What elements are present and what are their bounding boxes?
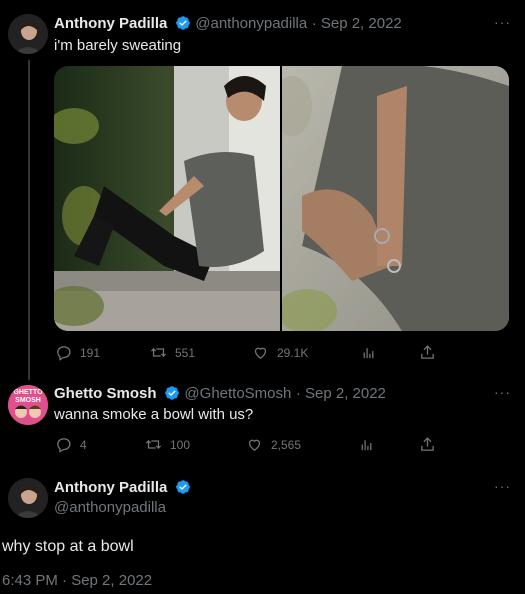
reply-icon <box>57 438 71 453</box>
views-button[interactable] <box>360 344 377 361</box>
author-handle[interactable]: @anthonypadilla <box>195 15 307 32</box>
reply-count: 4 <box>80 437 87 452</box>
tweet-date[interactable]: · Sep 2, 2022 <box>296 385 386 402</box>
avatar[interactable] <box>8 14 48 54</box>
reply-icon <box>57 346 71 361</box>
verified-badge-icon <box>175 480 190 494</box>
like-count: 29.1K <box>277 345 309 360</box>
retweet-button[interactable]: 100 <box>145 436 190 453</box>
verified-badge-icon <box>175 16 190 30</box>
avatar[interactable]: GHETTO SMOSH <box>8 385 48 425</box>
heart-icon <box>248 439 261 451</box>
tweet-header: Ghetto Smosh @GhettoSmosh · Sep 2, 2022 <box>54 385 386 403</box>
media-image-right[interactable] <box>282 66 509 331</box>
more-options-icon[interactable]: ··· <box>494 14 511 30</box>
share-button[interactable] <box>419 436 436 453</box>
author-name[interactable]: Ghetto Smosh <box>54 385 157 402</box>
more-options-icon[interactable]: ··· <box>494 384 511 400</box>
tweet-header: Anthony Padilla @anthonypadilla · Sep 2,… <box>54 15 402 33</box>
views-button[interactable] <box>358 436 375 453</box>
author-handle[interactable]: @anthonypadilla <box>54 499 166 516</box>
share-icon <box>421 437 434 451</box>
like-count: 2,565 <box>271 437 302 452</box>
heart-icon <box>254 347 267 359</box>
like-button[interactable]: 29.1K <box>252 344 308 361</box>
share-icon <box>421 345 434 359</box>
tweet-header: Anthony Padilla <box>54 479 191 497</box>
more-options-icon[interactable]: ··· <box>494 478 511 494</box>
retweet-icon <box>150 348 167 357</box>
author-name[interactable]: Anthony Padilla <box>54 479 167 496</box>
retweet-icon <box>145 440 162 449</box>
analytics-icon <box>361 440 372 451</box>
tweet-date[interactable]: · Sep 2, 2022 <box>312 15 402 32</box>
reply-button[interactable]: 191 <box>55 344 100 361</box>
retweet-button[interactable]: 551 <box>150 344 195 361</box>
reply-count: 191 <box>80 345 101 360</box>
retweet-count: 551 <box>175 345 196 360</box>
tweet-timestamp[interactable]: 6:43 PM · Sep 2, 2022 <box>2 572 152 589</box>
media-image-left[interactable] <box>54 66 280 331</box>
avatar[interactable] <box>8 478 48 518</box>
analytics-icon <box>363 348 374 359</box>
author-name[interactable]: Anthony Padilla <box>54 15 167 32</box>
author-handle[interactable]: @GhettoSmosh <box>184 385 291 402</box>
tweet-text: i'm barely sweating <box>54 37 182 54</box>
avatar-logo-text: GHETTO SMOSH <box>13 389 43 404</box>
tweet-text: wanna smoke a bowl with us? <box>54 406 254 423</box>
thread-line <box>28 60 30 380</box>
retweet-count: 100 <box>170 437 191 452</box>
main-tweet-text: why stop at a bowl <box>2 538 134 555</box>
verified-badge-icon <box>165 386 179 400</box>
share-button[interactable] <box>419 344 436 361</box>
like-button[interactable]: 2,565 <box>246 436 301 453</box>
reply-button[interactable]: 4 <box>55 436 87 453</box>
